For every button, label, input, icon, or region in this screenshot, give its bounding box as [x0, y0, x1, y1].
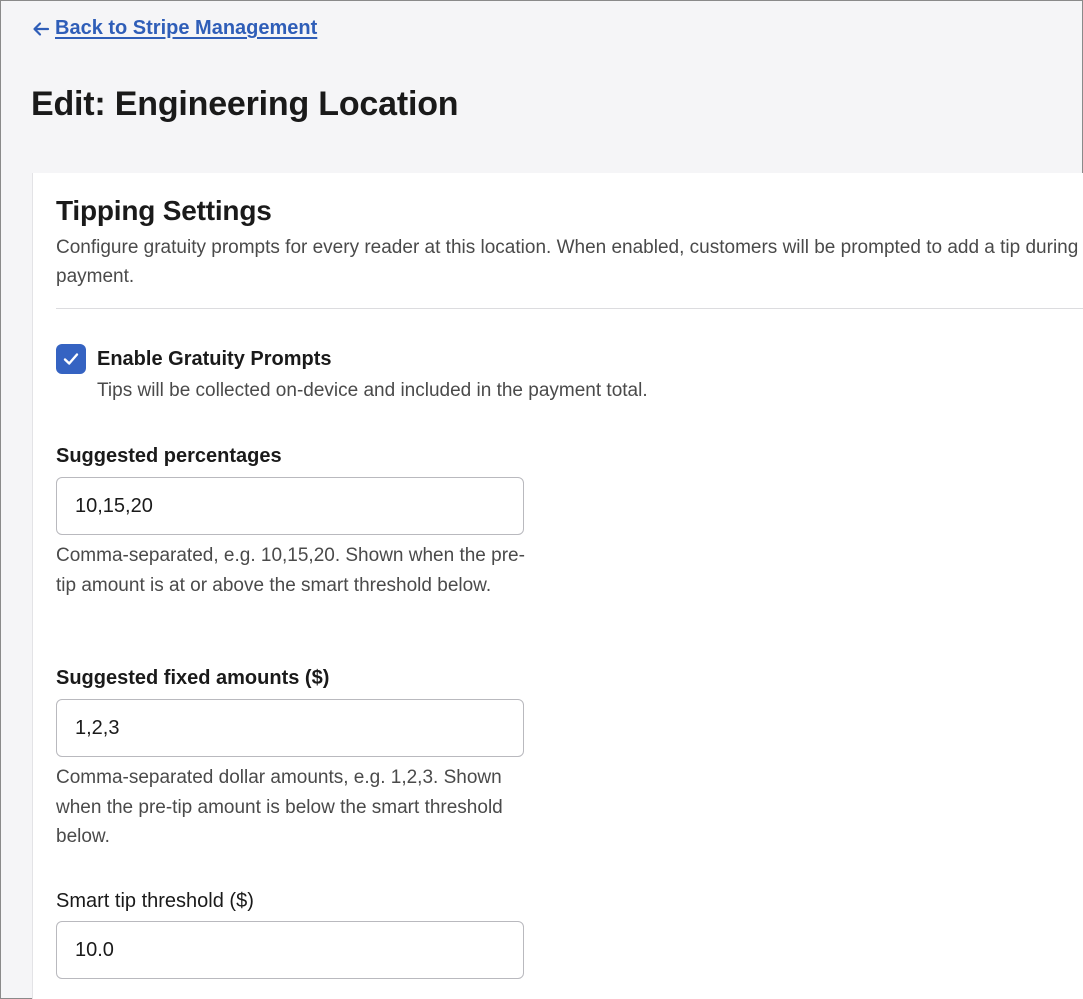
fixed-amounts-label: Suggested fixed amounts ($) — [56, 667, 330, 689]
fixed-amounts-input[interactable] — [56, 699, 524, 757]
section-title: Tipping Settings — [56, 195, 272, 226]
enable-gratuity-checkbox[interactable] — [56, 344, 86, 374]
page-title: Edit: Engineering Location — [31, 85, 459, 123]
enable-gratuity-hint: Tips will be collected on-device and inc… — [97, 380, 648, 401]
fixed-amounts-help: Comma-separated dollar amounts, e.g. 1,2… — [56, 767, 503, 847]
divider — [56, 308, 1083, 309]
enable-gratuity-label[interactable]: Enable Gratuity Prompts — [97, 348, 332, 371]
back-link-label[interactable]: Back to Stripe Management — [55, 17, 317, 40]
percentages-help: Comma-separated, e.g. 10,15,20. Shown wh… — [56, 545, 525, 596]
checkmark-icon — [63, 353, 79, 365]
section-description: Configure gratuity prompts for every rea… — [56, 237, 1079, 287]
back-link[interactable]: Back to Stripe Management — [31, 17, 317, 40]
threshold-input[interactable] — [56, 921, 524, 979]
threshold-label: Smart tip threshold ($) — [56, 890, 254, 912]
arrow-left-icon — [31, 19, 51, 39]
percentages-input[interactable] — [56, 477, 524, 535]
tipping-settings-card: Tipping Settings Configure gratuity prom… — [32, 173, 1083, 999]
percentages-label: Suggested percentages — [56, 445, 282, 467]
